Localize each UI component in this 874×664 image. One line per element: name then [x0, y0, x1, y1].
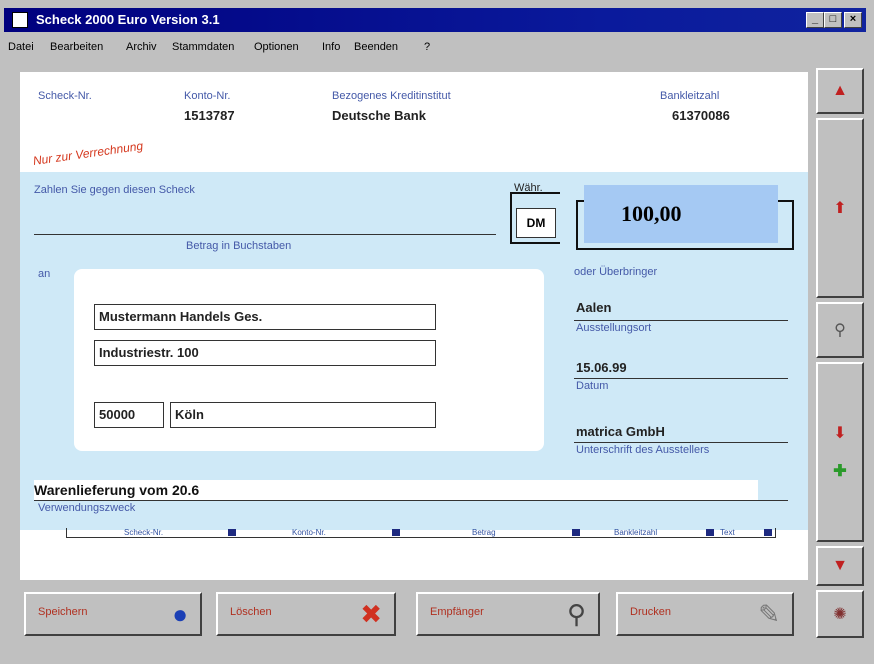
blz-value[interactable]: 61370086 — [672, 108, 730, 123]
currency-field[interactable]: DM — [516, 208, 556, 238]
purpose-field[interactable]: Warenlieferung vom 20.6 — [34, 480, 758, 500]
magnifier-icon: ⚲ — [566, 599, 586, 629]
words-label: Betrag in Buchstaben — [186, 240, 292, 252]
save-label: Speichern — [38, 606, 88, 618]
down-arrow-icon: ⬇ — [833, 425, 847, 442]
scroll-bottom-icon: ▼ — [832, 557, 848, 574]
codeline-konto-label: Konto-Nr. — [292, 528, 326, 537]
add-icon: ✚ — [833, 463, 847, 480]
recipient-city-field[interactable]: Köln — [170, 402, 436, 428]
konto-label: Konto-Nr. — [184, 90, 231, 102]
minimize-button[interactable]: _ — [806, 12, 824, 28]
codeline-text-label: Text — [720, 528, 735, 537]
codeline-marker — [572, 529, 580, 536]
menu-stammdaten[interactable]: Stammdaten — [172, 41, 234, 53]
recipient-street-field[interactable]: Industriestr. 100 — [94, 340, 436, 366]
menu-info[interactable]: Info — [322, 41, 340, 53]
codeline-blz-label: Bankleitzahl — [614, 528, 658, 537]
institut-label: Bezogenes Kreditinstitut — [332, 90, 451, 102]
menu-optionen[interactable]: Optionen — [254, 41, 299, 53]
purpose-line — [34, 500, 788, 501]
scroll-bottom-button[interactable]: ▼ — [816, 546, 864, 586]
next-button[interactable]: ⬇ ✚ — [816, 362, 864, 542]
code-line — [66, 528, 776, 538]
cheque-form: Scheck-Nr. Konto-Nr. 1513787 Bezogenes K… — [20, 72, 808, 580]
maximize-button[interactable]: □ — [824, 12, 842, 28]
print-label: Drucken — [630, 606, 671, 618]
side-toolbar: ▲ ⬆ ⚲ ⬇ ✚ ▼ ✺ — [812, 64, 870, 664]
scroll-top-button[interactable]: ▲ — [816, 68, 864, 114]
codeline-marker — [392, 529, 400, 536]
app-window: Scheck 2000 Euro Version 3.1 _ □ × Datei… — [0, 0, 874, 662]
recipient-plz-field[interactable]: 50000 — [94, 402, 164, 428]
exit-button[interactable]: ✺ — [816, 590, 864, 638]
codeline-marker — [764, 529, 772, 536]
amount-value[interactable]: 100,00 — [621, 201, 682, 227]
place-label: Ausstellungsort — [576, 322, 652, 334]
recipient-name-field[interactable]: Mustermann Handels Ges. — [94, 304, 436, 330]
menu-archiv[interactable]: Archiv — [126, 41, 157, 53]
previous-button[interactable]: ⬆ — [816, 118, 864, 298]
place-value[interactable]: Aalen — [576, 300, 611, 315]
up-arrow-icon: ⬆ — [833, 200, 847, 217]
codeline-scheck-label: Scheck-Nr. — [124, 528, 164, 537]
scroll-top-icon: ▲ — [832, 82, 848, 99]
save-button[interactable]: Speichern ● — [24, 592, 202, 636]
magnifier-icon: ⚲ — [834, 322, 846, 339]
codeline-marker — [706, 529, 714, 536]
delete-button[interactable]: Löschen ✖ — [216, 592, 396, 636]
currency-label: Währ. — [514, 182, 543, 194]
date-label: Datum — [576, 380, 609, 392]
purpose-label: Verwendungszweck — [38, 502, 136, 514]
bearer-label: oder Überbringer — [574, 266, 658, 278]
codeline-marker — [228, 529, 236, 536]
app-icon — [12, 12, 28, 28]
recipient-button[interactable]: Empfänger ⚲ — [416, 592, 600, 636]
crossing-stamp: Nur zur Verrechnung — [32, 138, 144, 168]
signer-value[interactable]: matrica GmbH — [576, 424, 665, 439]
codeline-betrag-label: Betrag — [472, 528, 496, 537]
menu-bar: Datei Bearbeiten Archiv Stammdaten Optio… — [4, 36, 866, 58]
menu-bearbeiten[interactable]: Bearbeiten — [50, 41, 103, 53]
date-value[interactable]: 15.06.99 — [576, 360, 627, 375]
save-icon: ● — [172, 599, 188, 629]
scheck-nr-label: Scheck-Nr. — [38, 90, 92, 102]
recipient-label: Empfänger — [430, 606, 484, 618]
close-button[interactable]: × — [844, 12, 862, 28]
signer-label: Unterschrift des Ausstellers — [576, 444, 710, 456]
menu-beenden[interactable]: Beenden — [354, 41, 398, 53]
blz-label: Bankleitzahl — [660, 90, 720, 102]
place-line — [574, 320, 788, 321]
konto-value[interactable]: 1513787 — [184, 108, 235, 123]
signer-line — [574, 442, 788, 443]
menu-help[interactable]: ? — [424, 41, 430, 53]
an-label: an — [38, 268, 51, 280]
exit-icon: ✺ — [833, 606, 847, 623]
search-button[interactable]: ⚲ — [816, 302, 864, 358]
pay-text: Zahlen Sie gegen diesen Scheck — [34, 184, 195, 196]
words-line — [34, 234, 496, 235]
title-bar: Scheck 2000 Euro Version 3.1 _ □ × — [4, 8, 866, 32]
menu-datei[interactable]: Datei — [8, 41, 34, 53]
print-button[interactable]: Drucken ✎ — [616, 592, 794, 636]
institut-value[interactable]: Deutsche Bank — [332, 108, 426, 123]
window-title: Scheck 2000 Euro Version 3.1 — [36, 12, 220, 27]
date-line — [574, 378, 788, 379]
print-icon: ✎ — [758, 599, 780, 629]
delete-label: Löschen — [230, 606, 272, 618]
delete-icon: ✖ — [360, 599, 382, 629]
action-bar: Speichern ● Löschen ✖ Empfänger ⚲ Drucke… — [20, 586, 808, 642]
